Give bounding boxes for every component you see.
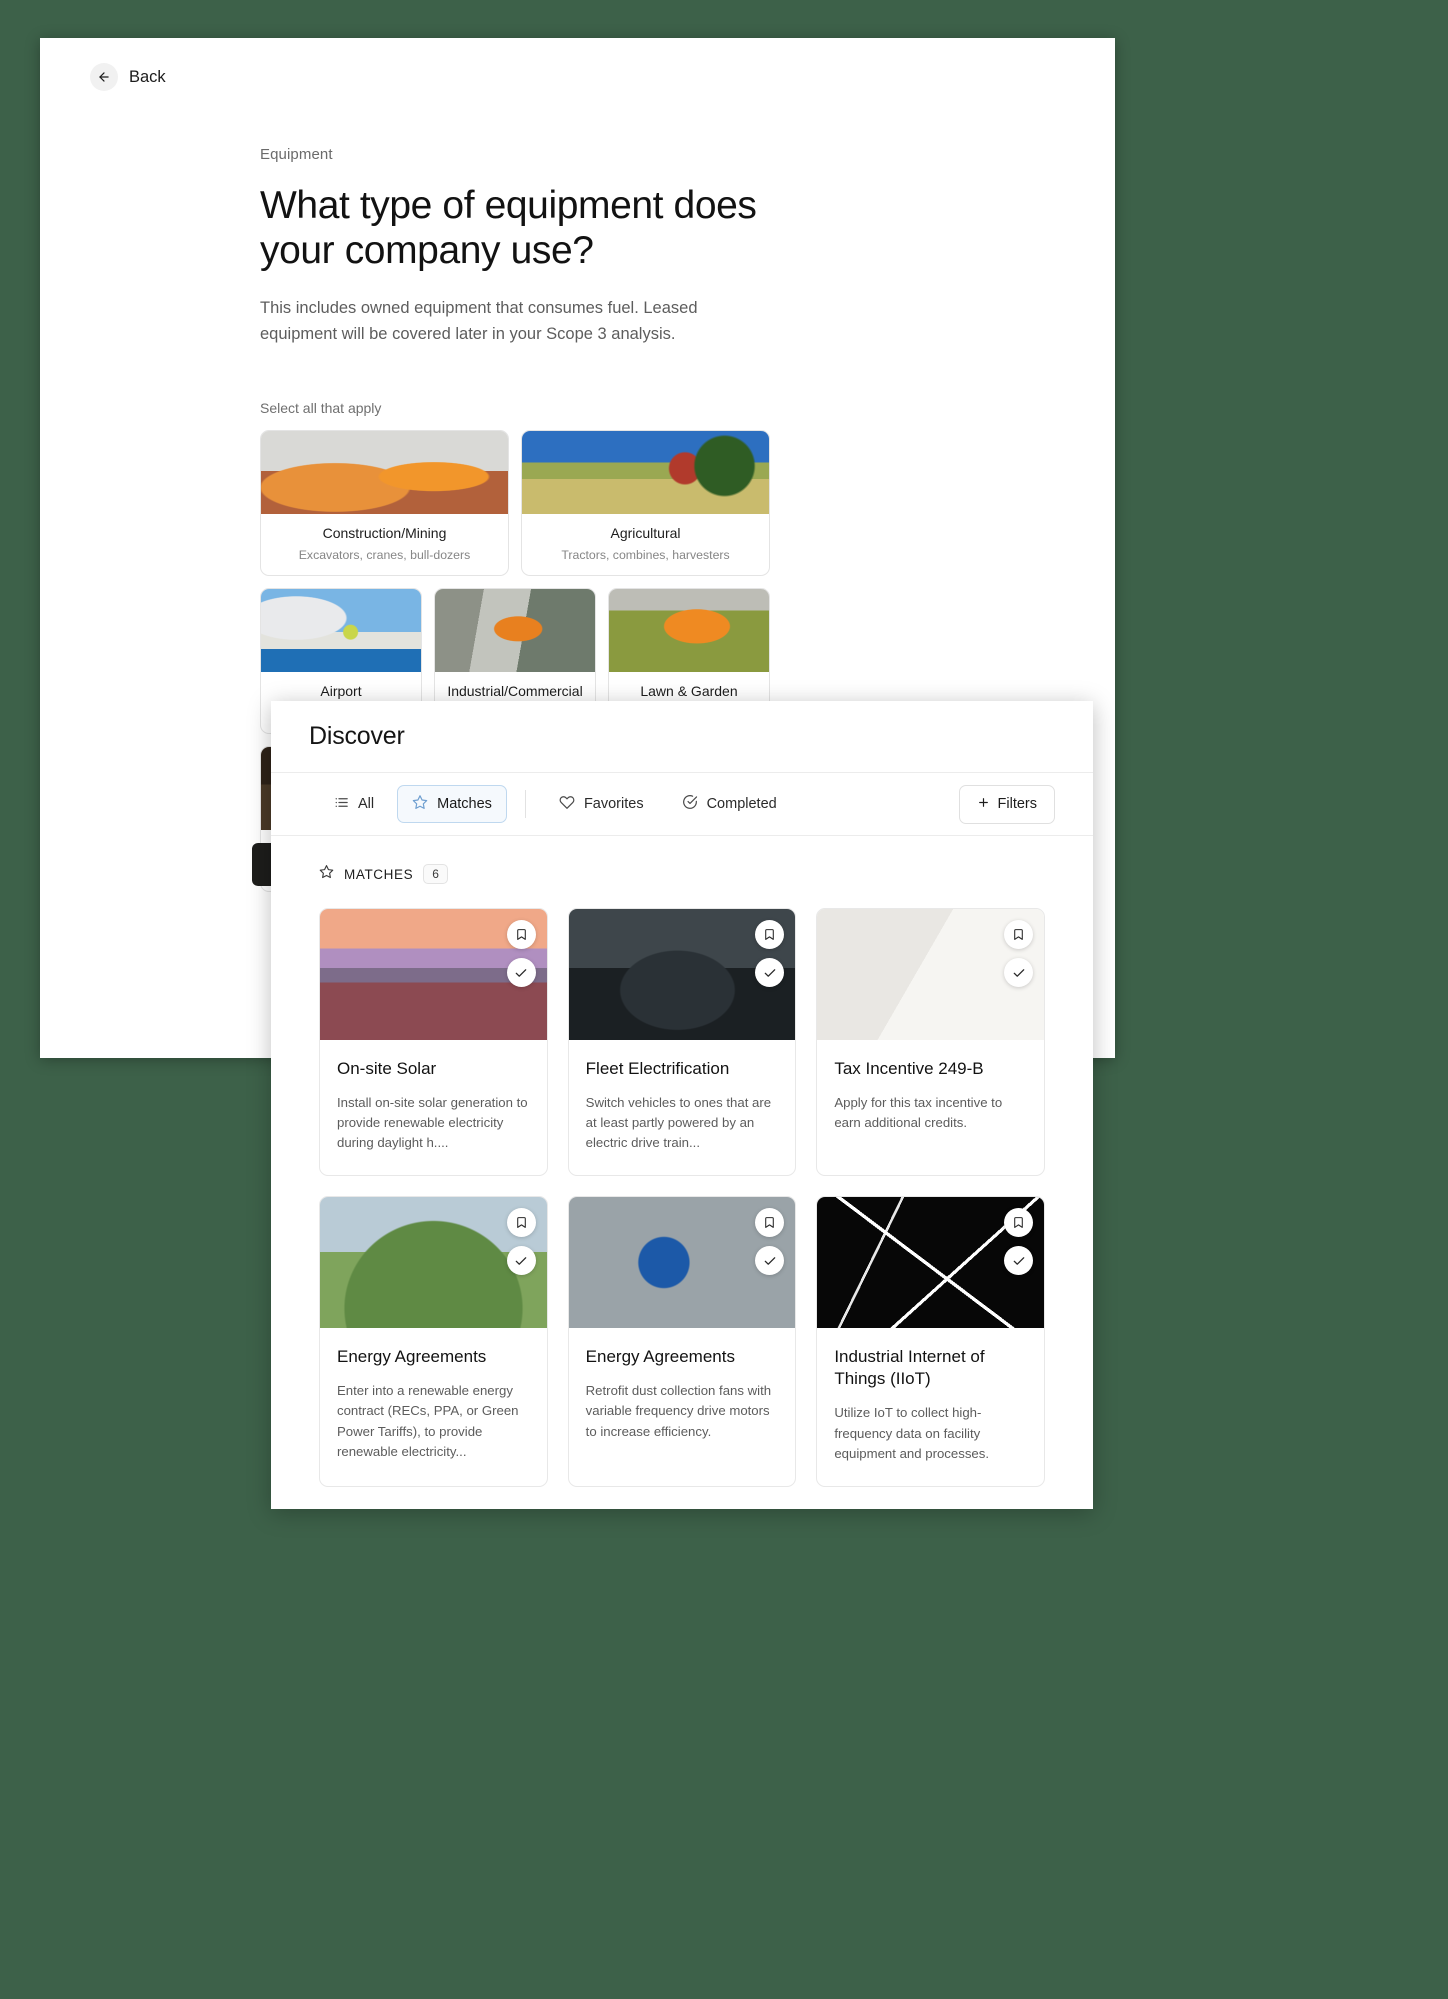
discover-header: Discover — [271, 701, 1093, 773]
equipment-thumbnail — [522, 430, 769, 514]
matches-section-header: MATCHES 6 — [319, 864, 1045, 884]
discover-card[interactable]: Energy Agreements Enter into a renewable… — [319, 1196, 548, 1487]
card-action-group — [506, 920, 536, 987]
filters-label: Filters — [997, 796, 1037, 812]
star-icon — [412, 794, 428, 814]
equipment-thumbnail — [609, 588, 769, 672]
back-button[interactable]: Back — [90, 63, 166, 91]
plus-icon — [977, 796, 990, 813]
star-icon — [319, 864, 334, 884]
tab-label: Completed — [706, 796, 777, 812]
discover-card-title: On-site Solar — [337, 1059, 437, 1078]
discover-window: Discover All Matches Favorites Completed… — [271, 701, 1093, 1509]
discover-card-description: Install on-site solar generation to prov… — [337, 1095, 528, 1151]
section-eyebrow: Equipment — [260, 146, 333, 163]
screen: Back Equipment What type of equipment do… — [0, 0, 1448, 1999]
equipment-card-name: Agricultural — [610, 524, 681, 541]
discover-card-description: Apply for this tax incentive to earn add… — [834, 1095, 1003, 1131]
equipment-card-name: Construction/Mining — [322, 524, 447, 541]
tab-label: All — [358, 796, 375, 812]
equipment-card-name: Airport — [320, 682, 362, 699]
bookmark-icon[interactable] — [755, 920, 785, 949]
bookmark-icon[interactable] — [1004, 1208, 1033, 1238]
discover-card[interactable]: Tax Incentive 249-B Apply for this tax i… — [816, 908, 1045, 1177]
equipment-card[interactable]: Agricultural Tractors, combines, harvest… — [521, 429, 770, 576]
card-action-group — [755, 1208, 785, 1276]
equipment-thumbnail — [435, 588, 595, 672]
page-title: What type of equipment does your company… — [260, 184, 757, 273]
equipment-card-desc: Excavators, cranes, bull-dozers — [298, 547, 471, 562]
discover-card-image — [568, 1197, 796, 1329]
discover-card-image — [817, 1197, 1044, 1329]
discover-card[interactable]: On-site Solar Install on-site solar gene… — [319, 908, 548, 1177]
section-label: MATCHES — [344, 866, 414, 882]
check-icon[interactable] — [506, 958, 536, 987]
bookmark-icon[interactable] — [1004, 920, 1033, 949]
discover-card[interactable]: Energy Agreements Retrofit dust collecti… — [567, 1196, 797, 1487]
discover-card-image — [320, 909, 547, 1040]
tab-matches[interactable]: Matches — [397, 785, 507, 823]
discover-card-image — [817, 909, 1044, 1040]
discover-card-title: Energy Agreements — [337, 1347, 487, 1367]
discover-card[interactable]: Fleet Electrification Switch vehicles to… — [567, 908, 797, 1177]
bookmark-icon[interactable] — [506, 1208, 536, 1238]
discover-card-title: Industrial Internet of Things (IIoT) — [834, 1347, 985, 1389]
discover-card-image — [320, 1197, 547, 1329]
discover-card-description: Retrofit dust collection fans with varia… — [585, 1383, 772, 1439]
check-icon[interactable] — [755, 1246, 785, 1276]
discover-title: Discover — [309, 722, 405, 750]
discover-card-title: Tax Incentive 249-B — [834, 1059, 984, 1078]
bookmark-icon[interactable] — [755, 1208, 785, 1238]
list-icon — [334, 795, 349, 814]
discover-card-description: Enter into a renewable energy contract (… — [337, 1383, 519, 1459]
discover-card-title: Energy Agreements — [585, 1347, 735, 1367]
tab-label: Matches — [437, 796, 492, 812]
card-action-group — [1004, 920, 1033, 987]
page-subtitle: This includes owned equipment that consu… — [260, 299, 698, 344]
check-icon[interactable] — [755, 958, 785, 987]
tab-all[interactable]: All — [319, 786, 389, 823]
tab-favorites[interactable]: Favorites — [544, 785, 659, 823]
bookmark-icon[interactable] — [506, 920, 536, 949]
tab-completed[interactable]: Completed — [667, 785, 792, 823]
check-circle-icon — [682, 794, 698, 814]
select-hint: Select all that apply — [260, 399, 382, 416]
equipment-card[interactable]: Construction/Mining Excavators, cranes, … — [260, 429, 509, 576]
equipment-thumbnail — [261, 588, 421, 672]
equipment-thumbnail — [261, 430, 508, 514]
discover-tab-bar: All Matches Favorites Completed Filters — [271, 773, 1093, 836]
equipment-card-desc: Tractors, combines, harvesters — [561, 547, 730, 562]
discover-body: MATCHES 6 On-site Solar Install on-site … — [271, 836, 1093, 1509]
discover-card-description: Switch vehicles to ones that are at leas… — [585, 1095, 772, 1151]
arrow-left-icon — [90, 63, 118, 91]
matches-count-badge: 6 — [423, 864, 448, 884]
back-label: Back — [129, 67, 166, 86]
filters-button[interactable]: Filters — [958, 784, 1055, 824]
equipment-card-name: Lawn & Garden — [640, 682, 738, 699]
discover-card-title: Fleet Electrification — [585, 1059, 730, 1078]
tab-label: Favorites — [583, 796, 644, 812]
discover-card-grid: On-site Solar Install on-site solar gene… — [319, 908, 1045, 1487]
heart-icon — [559, 794, 575, 814]
check-icon[interactable] — [1004, 1246, 1033, 1276]
equipment-card-name: Industrial/Commercial — [447, 682, 583, 699]
card-action-group — [755, 920, 785, 987]
discover-card-description: Utilize IoT to collect high-frequency da… — [834, 1405, 990, 1461]
card-action-group — [506, 1208, 536, 1276]
discover-card[interactable]: Industrial Internet of Things (IIoT) Uti… — [816, 1196, 1045, 1487]
tab-divider — [524, 790, 526, 818]
check-icon[interactable] — [1004, 958, 1033, 987]
check-icon[interactable] — [506, 1246, 536, 1276]
discover-card-image — [568, 909, 796, 1040]
card-action-group — [1004, 1208, 1033, 1276]
